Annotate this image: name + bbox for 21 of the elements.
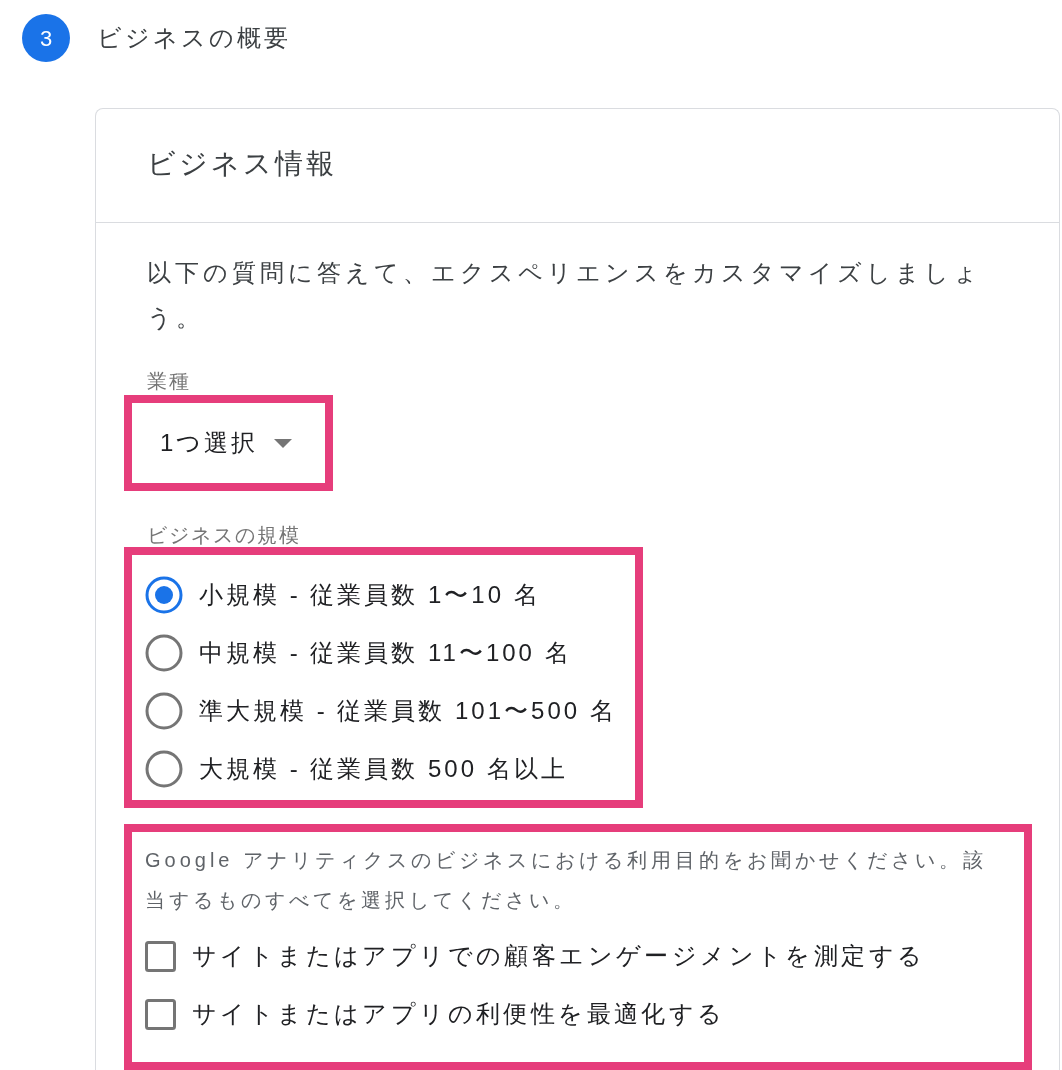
radio-button[interactable]	[145, 750, 183, 788]
field-label: 業種	[147, 369, 191, 394]
field-label: ビジネスの規模	[147, 523, 301, 547]
step-title: ビジネスの概要	[97, 23, 291, 53]
card-title: ビジネス情報	[147, 146, 337, 181]
step-number: 3	[22, 14, 70, 62]
card-description: 以下の質問に答えて、エクスペリエンスをカスタマイズしましょう。	[147, 258, 983, 333]
checkbox-label: サイトまたはアプリでの顧客エンゲージメントを測定する	[192, 941, 926, 971]
radio-label: 中規模 - 従業員数 11〜100 名	[199, 638, 572, 668]
checkbox[interactable]	[145, 940, 176, 972]
radio-button[interactable]	[145, 634, 183, 672]
radio-label: 大規模 - 従業員数 500 名以上	[199, 754, 568, 784]
checkbox[interactable]	[145, 998, 176, 1030]
caret-icon	[274, 438, 293, 448]
question-text: Google アナリティクスのビジネスにおける利用目的をお聞かせください。該当するものすべてを選択してください。	[145, 848, 989, 913]
radio-button[interactable]	[145, 576, 183, 614]
checkbox-label: サイトまたはアプリの利便性を最適化する	[192, 999, 726, 1029]
radio-label: 準大規模 - 従業員数 101〜500 名	[199, 696, 617, 726]
radio-label: 小規模 - 従業員数 1〜10 名	[199, 580, 541, 610]
radio-button[interactable]	[145, 692, 183, 730]
industry-dropdown[interactable]: 1つ選択	[160, 427, 293, 459]
